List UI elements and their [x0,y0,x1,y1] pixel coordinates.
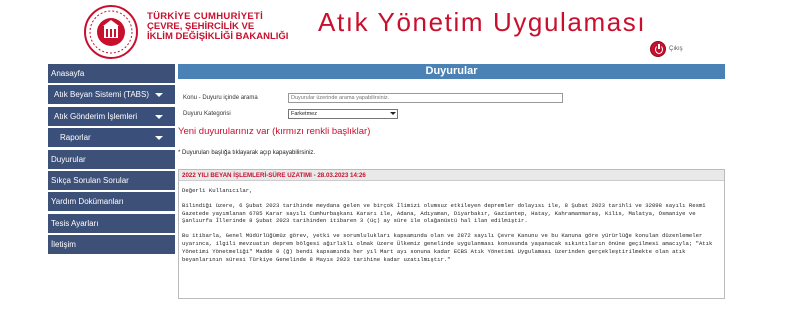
sidebar-item-label: Sıkça Sorulan Sorular [51,175,129,185]
sidebar-item-label: İletişim [51,240,76,250]
power-icon[interactable] [650,41,666,57]
chevron-down-icon [155,93,163,98]
ministry-line3: İKLİM DEĞİŞİKLİĞİ BAKANLIĞI [147,31,289,42]
page-title: Duyurular [178,64,725,79]
sidebar-item-label: Atık Gönderim İşlemleri [54,111,138,121]
sidebar-item-help-docs[interactable]: Yardım Dokümanları [48,192,175,212]
sidebar-item-announcements[interactable]: Duyurular [48,149,175,169]
ministry-emblem-icon [84,5,138,59]
category-select[interactable]: Farketmez [288,109,398,119]
search-label: Konu - Duyuru içinde arama [183,95,258,101]
ministry-name: TÜRKİYE CUMHURİYETİ ÇEVRE, ŞEHİRCİLİK VE… [147,12,288,42]
sidebar-item-contact[interactable]: İletişim [48,235,175,255]
sidebar-item-label: Atık Beyan Sistemi (TABS) [54,90,149,100]
sidebar-item-label: Yardım Dokümanları [51,197,124,207]
chevron-down-icon [155,136,163,141]
header: TÜRKİYE CUMHURİYETİ ÇEVRE, ŞEHİRCİLİK VE… [0,0,800,62]
chevron-down-icon [155,114,163,119]
category-label: Duyuru Kategorisi [183,111,231,117]
app-title: Atık Yönetim Uygulaması [318,7,647,37]
main-content: Duyurular Konu - Duyuru içinde arama Duy… [178,64,725,299]
announcement-item: 2022 YILI BEYAN İŞLEMLERİ-SÜRE UZATIMI -… [178,169,725,299]
sidebar: Anasayfa Atık Beyan Sistemi (TABS) Atık … [48,64,175,257]
sidebar-item-facility-settings[interactable]: Tesis Ayarları [48,213,175,233]
toggle-hint: * Duyuruları başlığa tıklayarak açıp kap… [178,150,316,156]
sidebar-item-label: Raporlar [60,133,91,143]
new-announcements-notice: Yeni duyurularınız var (kırmızı renkli b… [178,126,371,137]
sidebar-item-home[interactable]: Anasayfa [48,64,175,83]
sidebar-item-label: Duyurular [51,154,86,164]
sidebar-item-waste-shipment[interactable]: Atık Gönderim İşlemleri [48,106,175,126]
logout-button[interactable]: Çıkış [650,41,683,57]
announcement-paragraph: Bilindiği üzere, 6 Şubat 2023 tarihinde … [182,201,706,225]
sidebar-item-label: Anasayfa [51,69,85,78]
announcement-paragraph: Bu itibarla, Genel Müdürlüğümüz görev, y… [182,232,713,263]
sidebar-item-label: Tesis Ayarları [51,218,99,228]
dropdown-arrow-icon [390,112,396,115]
category-value: Farketmez [291,111,317,117]
search-input[interactable] [288,93,563,103]
logout-label[interactable]: Çıkış [669,46,683,52]
announcement-title[interactable]: 2022 YILI BEYAN İŞLEMLERİ-SÜRE UZATIMI -… [179,170,724,181]
announcement-body: Değerli Kullanıcılar, Bilindiği üzere, 6… [179,181,724,276]
sidebar-item-reports[interactable]: Raporlar [48,128,175,148]
announcement-greeting: Değerli Kullanıcılar, [182,187,253,194]
sidebar-item-faq[interactable]: Sıkça Sorulan Sorular [48,170,175,190]
sidebar-item-tabs[interactable]: Atık Beyan Sistemi (TABS) [48,85,175,105]
